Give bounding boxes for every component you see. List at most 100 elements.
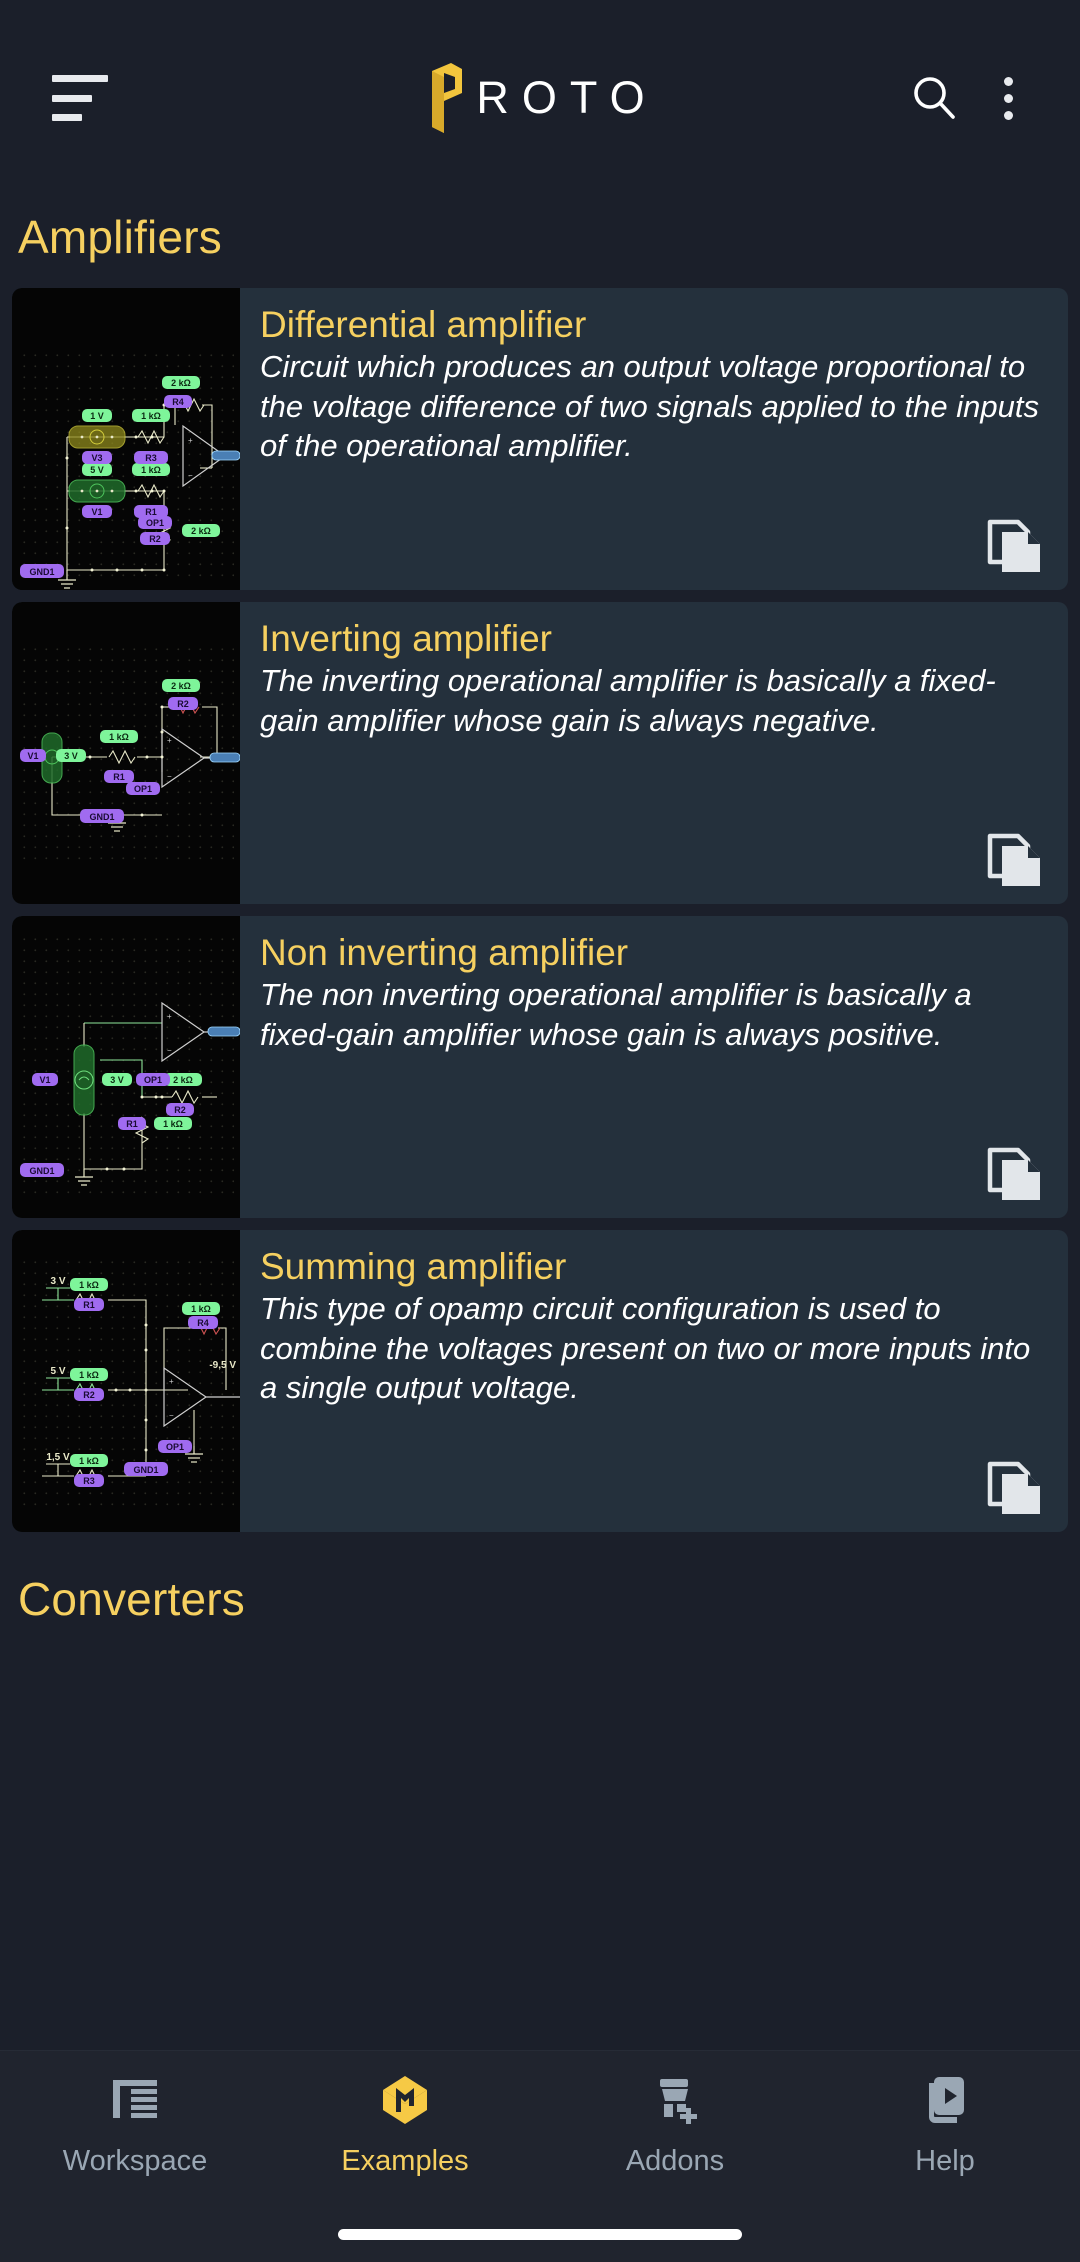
card-body: Inverting amplifier The inverting operat… <box>240 602 1068 904</box>
svg-text:3 V: 3 V <box>110 1075 124 1085</box>
svg-text:2 kΩ: 2 kΩ <box>171 681 191 691</box>
app-bar: ROTO <box>0 22 1080 174</box>
svg-text:−: − <box>169 1411 174 1420</box>
svg-text:R2: R2 <box>149 534 161 544</box>
card-description: This type of opamp circuit configuration… <box>260 1291 1031 1406</box>
svg-text:GND1: GND1 <box>29 567 54 577</box>
svg-text:3 V: 3 V <box>64 751 78 761</box>
card-body: Non inverting amplifier The non invertin… <box>240 916 1068 1218</box>
home-indicator <box>338 2229 742 2240</box>
more-vertical-icon[interactable] <box>986 72 1030 124</box>
svg-text:V1: V1 <box>39 1075 50 1085</box>
svg-text:2 kΩ: 2 kΩ <box>173 1075 193 1085</box>
examples-list[interactable]: Amplifiers + − 1 V 1 kΩ 5 V 1 kΩ 2 kΩ 2 … <box>0 174 1080 2050</box>
svg-text:OP1: OP1 <box>166 1442 184 1452</box>
svg-text:5 V: 5 V <box>50 1366 65 1377</box>
svg-text:R4: R4 <box>197 1318 209 1328</box>
svg-text:2 kΩ: 2 kΩ <box>171 378 191 388</box>
appbar-actions <box>908 72 1038 124</box>
svg-text:-9,5 V: -9,5 V <box>209 1360 236 1371</box>
search-icon[interactable] <box>908 72 960 124</box>
proto-p-logo-icon <box>432 63 463 133</box>
svg-text:GND1: GND1 <box>29 1166 54 1176</box>
svg-text:1 kΩ: 1 kΩ <box>79 1370 99 1380</box>
svg-text:5 V: 5 V <box>90 465 104 475</box>
nav-item-examples[interactable]: Examples <box>270 2069 540 2178</box>
workspace-panels-icon <box>104 2069 166 2131</box>
svg-text:V1: V1 <box>91 507 102 517</box>
circuit-diagram-inverting: + − 1 kΩ 2 kΩ 3 V R1 R2 V1 OP1 GND1 <box>12 637 240 869</box>
svg-text:R2: R2 <box>83 1390 95 1400</box>
help-play-book-icon <box>914 2069 976 2131</box>
svg-text:1,5 V: 1,5 V <box>46 1452 70 1463</box>
card-body: Differential amplifier Circuit which pro… <box>240 288 1068 590</box>
svg-text:OP1: OP1 <box>134 784 152 794</box>
addons-plus-icon <box>644 2069 706 2131</box>
copy-icon[interactable] <box>984 1142 1046 1204</box>
card-title: Inverting amplifier <box>260 618 553 659</box>
nav-label: Examples <box>341 2145 469 2177</box>
nav-item-help[interactable]: Help <box>810 2069 1080 2178</box>
card-description: Circuit which produces an output voltage… <box>260 349 1039 464</box>
copy-icon[interactable] <box>984 1456 1046 1518</box>
card-description: The non inverting operational amplifier … <box>260 977 972 1052</box>
status-bar <box>0 0 1080 22</box>
nav-item-addons[interactable]: Addons <box>540 2069 810 2178</box>
svg-text:R1: R1 <box>126 1119 138 1129</box>
svg-text:R4: R4 <box>172 397 184 407</box>
nav-label: Help <box>915 2145 975 2177</box>
copy-icon[interactable] <box>984 828 1046 890</box>
svg-text:V1: V1 <box>27 751 38 761</box>
svg-text:1 kΩ: 1 kΩ <box>79 1456 99 1466</box>
circuit-diagram-differential: + − 1 V 1 kΩ 5 V 1 kΩ 2 kΩ 2 kΩ V3 R3 V1… <box>12 288 240 590</box>
svg-text:R1: R1 <box>145 507 157 517</box>
svg-text:+: + <box>188 436 193 445</box>
circuit-diagram-non-inverting: + − 3 V 2 kΩ 1 kΩ V1 R1 R2 OP1 GND1 <box>12 927 240 1207</box>
circuit-thumbnail: + − 1 V 1 kΩ 5 V 1 kΩ 2 kΩ 2 kΩ V3 R3 V1… <box>12 288 240 590</box>
brand-title: ROTO <box>476 72 658 123</box>
svg-text:−: − <box>167 1046 172 1055</box>
svg-text:R1: R1 <box>113 772 125 782</box>
svg-text:3 V: 3 V <box>50 1276 65 1287</box>
hamburger-menu-icon[interactable] <box>52 75 108 121</box>
svg-text:GND1: GND1 <box>89 812 114 822</box>
copy-icon[interactable] <box>984 514 1046 576</box>
circuit-diagram-summing: + − 3 V 5 V 1,5 V 1 kΩ 1 kΩ 1 kΩ 1 kΩ R1… <box>12 1250 240 1512</box>
card-title: Summing amplifier <box>260 1246 567 1287</box>
nav-label: Addons <box>625 2145 725 2177</box>
svg-text:R2: R2 <box>177 699 189 709</box>
nav-label: Workspace <box>62 2145 208 2177</box>
svg-text:R3: R3 <box>145 453 157 463</box>
svg-text:OP1: OP1 <box>146 518 164 528</box>
svg-text:V3: V3 <box>91 453 102 463</box>
examples-cube-icon <box>374 2069 436 2131</box>
svg-text:1 kΩ: 1 kΩ <box>141 411 161 421</box>
example-card-summing-amplifier[interactable]: + − 3 V 5 V 1,5 V 1 kΩ 1 kΩ 1 kΩ 1 kΩ R1… <box>12 1230 1068 1532</box>
example-card-non-inverting-amplifier[interactable]: + − 3 V 2 kΩ 1 kΩ V1 R1 R2 OP1 GND1 Non … <box>12 916 1068 1218</box>
example-card-inverting-amplifier[interactable]: + − 1 kΩ 2 kΩ 3 V R1 R2 V1 OP1 GND1 Inve… <box>12 602 1068 904</box>
bottom-navigation: Workspace Examples Addons Help <box>0 2050 1080 2262</box>
nav-item-workspace[interactable]: Workspace <box>0 2069 270 2178</box>
svg-text:−: − <box>188 471 193 480</box>
card-title: Differential amplifier <box>260 304 587 345</box>
card-body: Summing amplifier This type of opamp cir… <box>240 1230 1068 1532</box>
svg-text:+: + <box>167 1012 172 1021</box>
svg-text:1 kΩ: 1 kΩ <box>163 1119 183 1129</box>
svg-text:1 kΩ: 1 kΩ <box>79 1280 99 1290</box>
svg-text:+: + <box>167 736 172 745</box>
svg-text:OP1: OP1 <box>144 1075 162 1085</box>
svg-text:1 V: 1 V <box>90 411 104 421</box>
svg-text:GND1: GND1 <box>133 1465 158 1475</box>
svg-text:+: + <box>169 1377 174 1386</box>
svg-text:R2: R2 <box>174 1105 186 1115</box>
section-heading-amplifiers: Amplifiers <box>18 211 222 263</box>
circuit-thumbnail: + − 3 V 2 kΩ 1 kΩ V1 R1 R2 OP1 GND1 <box>12 916 240 1218</box>
svg-text:2 kΩ: 2 kΩ <box>191 526 211 536</box>
example-card-differential-amplifier[interactable]: + − 1 V 1 kΩ 5 V 1 kΩ 2 kΩ 2 kΩ V3 R3 V1… <box>12 288 1068 590</box>
circuit-thumbnail: + − 3 V 5 V 1,5 V 1 kΩ 1 kΩ 1 kΩ 1 kΩ R1… <box>12 1230 240 1532</box>
svg-text:1 kΩ: 1 kΩ <box>141 465 161 475</box>
card-title: Non inverting amplifier <box>260 932 629 973</box>
svg-text:R3: R3 <box>83 1476 95 1486</box>
circuit-thumbnail: + − 1 kΩ 2 kΩ 3 V R1 R2 V1 OP1 GND1 <box>12 602 240 904</box>
svg-text:R1: R1 <box>83 1300 95 1310</box>
